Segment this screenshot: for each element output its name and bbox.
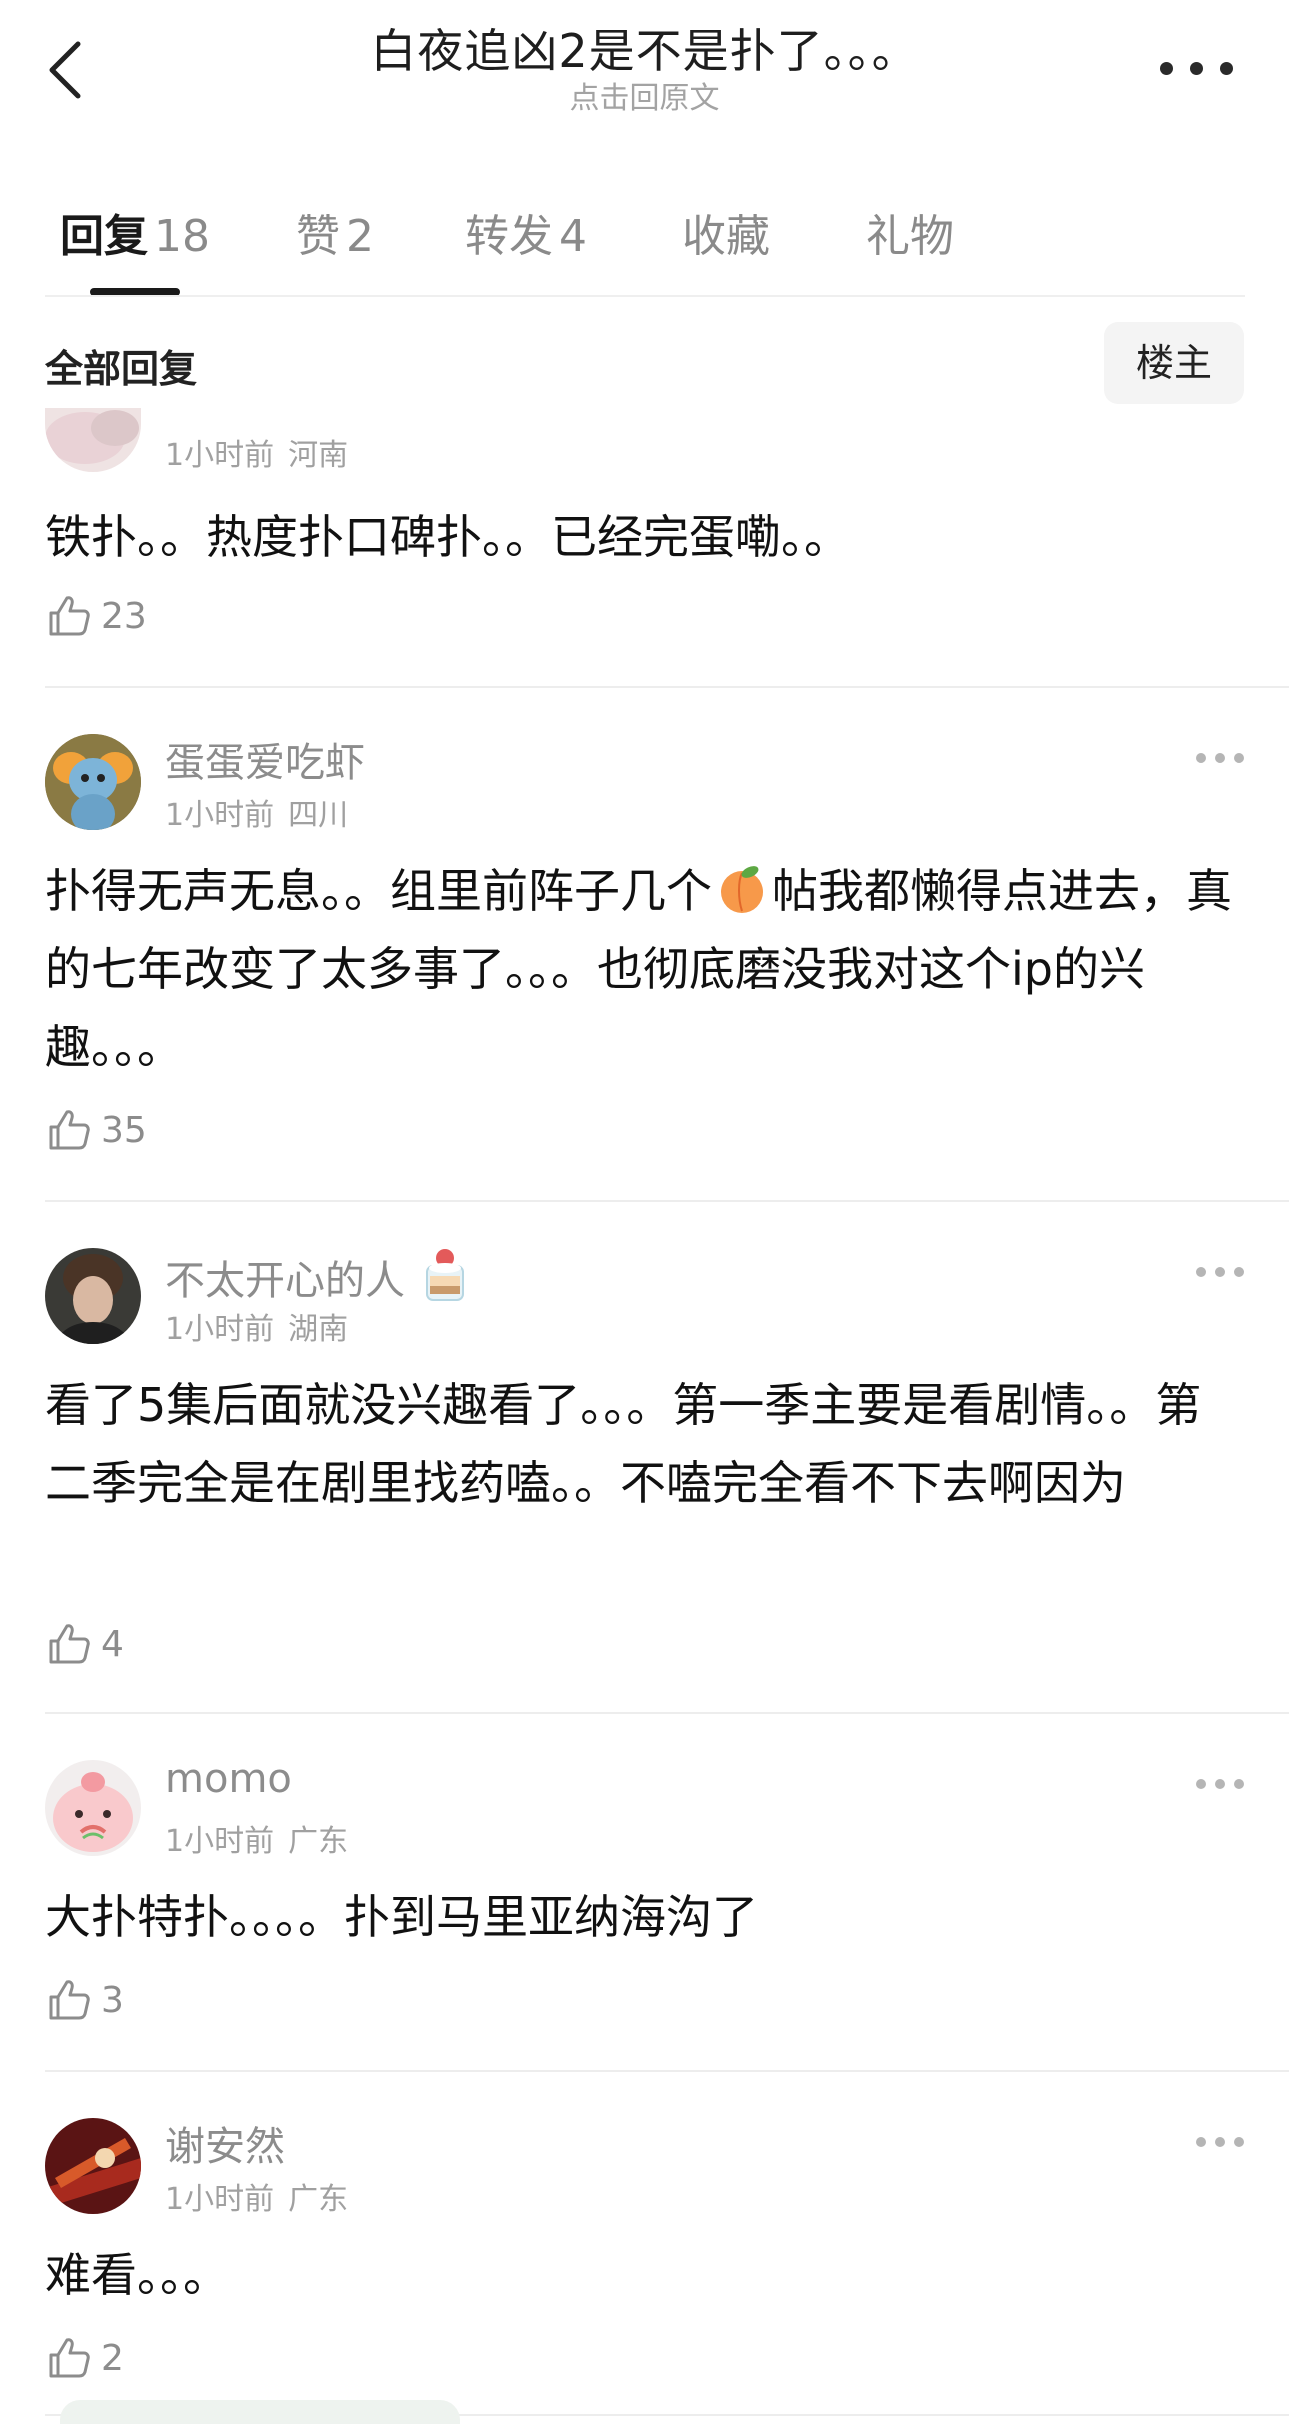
username[interactable]: momo — [165, 1756, 292, 1802]
comment-text: 看了5集后面就没兴趣看了。。。第一季主要是看剧情。。第二季完全是在剧里找药嗑。。… — [45, 1378, 1202, 1510]
comment-time: 1小时前 — [165, 2182, 275, 2217]
tab-label: 收藏 — [682, 211, 770, 262]
more-options-icon[interactable] — [1160, 54, 1234, 82]
comment-time: 1小时前 — [165, 1824, 275, 1859]
thumbs-up-icon — [49, 1110, 90, 1150]
post-title: 白夜追凶2是不是扑了。。。 — [370, 24, 919, 78]
tab-replies[interactable]: 回复 18 — [60, 200, 210, 264]
username[interactable]: 蛋蛋爱吃虾 — [165, 730, 365, 788]
comment-meta: 1小时前 广东 — [165, 1816, 348, 1860]
comment-divider — [45, 1712, 1289, 1714]
tab-label: 转发 — [465, 211, 553, 262]
comment-more-icon[interactable] — [1196, 748, 1244, 768]
like-count: 2 — [101, 2338, 124, 2379]
avatar[interactable] — [45, 2118, 141, 2214]
tabs-divider — [45, 295, 1245, 297]
back-to-original-link[interactable]: 点击回原文 — [220, 80, 1069, 118]
avatar[interactable] — [45, 408, 141, 472]
cake-badge-icon — [426, 1249, 464, 1301]
username[interactable]: 谢安然 — [165, 2114, 285, 2172]
comment-divider — [45, 686, 1289, 688]
back-arrow-icon[interactable] — [42, 38, 92, 102]
comment-location: 广东 — [288, 1824, 349, 1859]
comment-location: 河南 — [288, 438, 349, 473]
tab-label: 回复 — [60, 211, 148, 262]
avatar[interactable] — [45, 1248, 141, 1344]
tab-reposts[interactable]: 转发 4 — [465, 200, 587, 264]
tab-gifts[interactable]: 礼物 — [866, 200, 954, 264]
tab-count: 2 — [346, 211, 374, 262]
comment-time: 1小时前 — [165, 438, 275, 473]
like-count: 4 — [101, 1624, 124, 1665]
title-area[interactable]: 白夜追凶2是不是扑了。。。 点击回原文 — [220, 22, 1069, 118]
comment-text: 难看。。。 — [45, 2248, 229, 2302]
thumbs-up-icon — [49, 1624, 90, 1664]
tab-likes[interactable]: 赞2 — [296, 200, 374, 264]
all-replies-label: 全部回复 — [45, 347, 198, 391]
comment-time: 1小时前 — [165, 798, 275, 833]
like-count: 35 — [101, 1110, 147, 1151]
tab-count: 18 — [154, 211, 210, 262]
comment-more-icon[interactable] — [1196, 2132, 1244, 2152]
thumbs-up-icon — [49, 2338, 90, 2378]
comment-meta: 1小时前 广东 — [165, 2174, 348, 2218]
username[interactable]: 不太开心的人 — [165, 1244, 469, 1306]
bottom-input-bar-edge — [60, 2400, 460, 2424]
like-count: 3 — [101, 1980, 124, 2021]
comment-time: 1小时前 — [165, 1312, 275, 1347]
thumbs-up-icon — [49, 1980, 90, 2020]
op-only-button[interactable]: 楼主 — [1104, 322, 1244, 404]
peach-emoji-icon — [721, 866, 763, 913]
tab-label: 赞 — [296, 211, 340, 262]
comment-meta: 1小时前 湖南 — [165, 1304, 348, 1348]
like-count: 23 — [101, 596, 147, 637]
comment-meta: 1小时前 河南 — [165, 430, 348, 474]
comment-text: 大扑特扑。。。。扑到马里亚纳海沟了 — [45, 1890, 758, 1944]
comment-meta: 1小时前 四川 — [165, 790, 348, 834]
tab-bar: 回复 18 赞2 转发 4 收藏 礼物 — [0, 190, 1289, 295]
avatar[interactable] — [45, 734, 141, 830]
comment-divider — [45, 2070, 1289, 2072]
comment-location: 广东 — [288, 2182, 349, 2217]
comment-text: 扑得无声无息。。组里前阵子几个 帖我都懒得点进去，真的七年改变了太多事了。。。也… — [45, 852, 1245, 1086]
avatar[interactable] — [45, 1760, 141, 1856]
username-text: 不太开心的人 — [165, 1258, 405, 1304]
tab-favorites[interactable]: 收藏 — [682, 200, 770, 264]
comment-text-part: 扑得无声无息。。组里前阵子几个 — [45, 864, 712, 918]
comment-more-icon[interactable] — [1196, 1262, 1244, 1282]
top-bar: 白夜追凶2是不是扑了。。。 点击回原文 — [0, 0, 1289, 130]
comment-divider — [45, 1200, 1289, 1202]
comment-more-icon[interactable] — [1196, 1774, 1244, 1794]
comment-location: 湖南 — [288, 1312, 349, 1347]
tab-label: 礼物 — [866, 211, 954, 262]
thumbs-up-icon — [49, 596, 90, 636]
comment-text: 铁扑。。热度扑口碑扑。。已经完蛋嘞。。 — [45, 510, 850, 564]
comment-location: 四川 — [288, 798, 349, 833]
tab-count: 4 — [559, 211, 587, 262]
